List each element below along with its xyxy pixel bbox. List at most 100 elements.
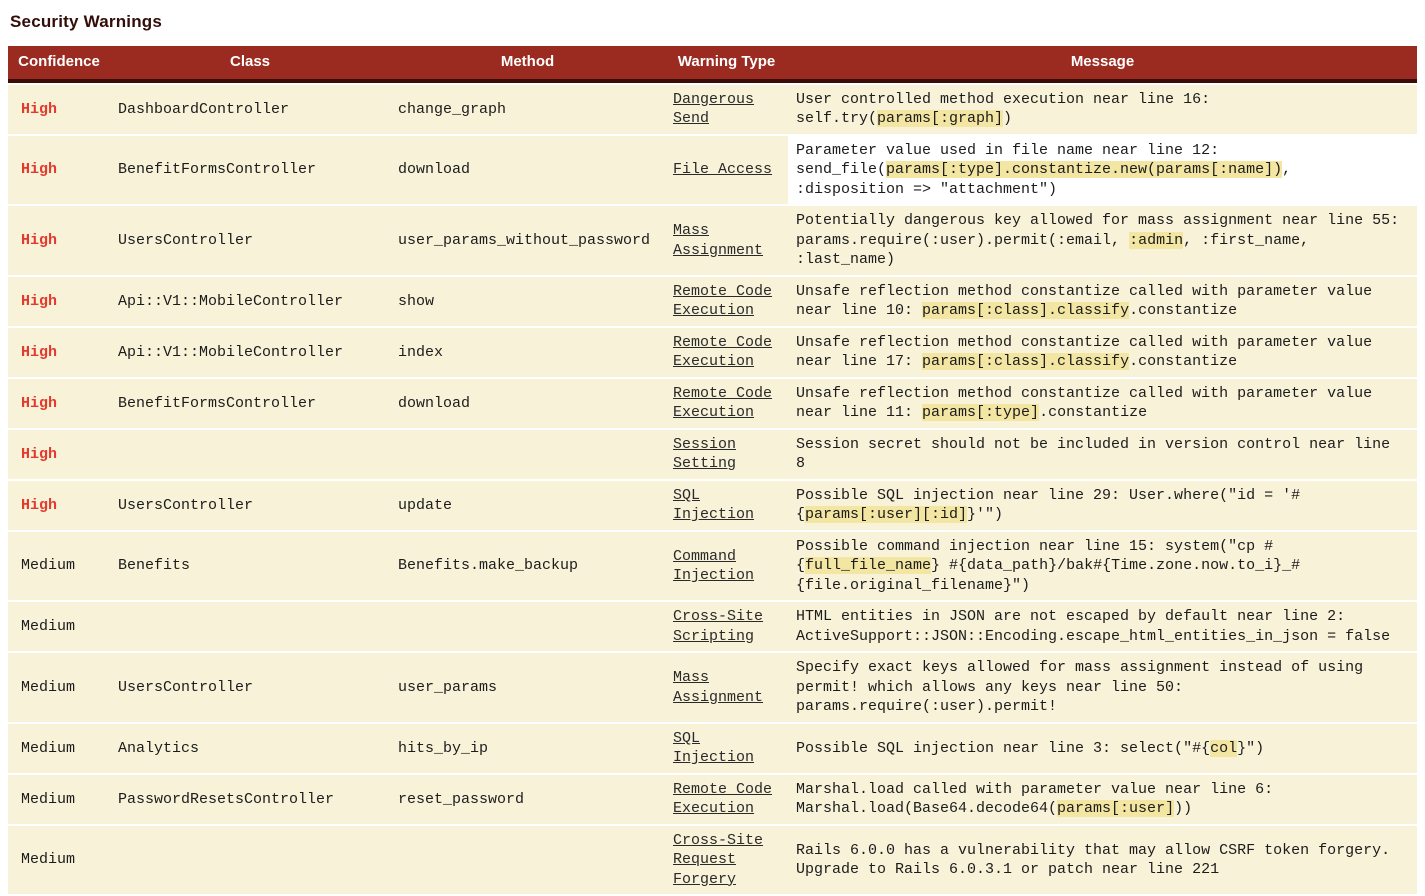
warning-type-cell: Mass Assignment	[665, 206, 788, 275]
class-cell: UsersController	[110, 653, 390, 722]
warning-type-link[interactable]: SQL Injection	[673, 487, 754, 524]
class-cell: UsersController	[110, 206, 390, 275]
table-row[interactable]: High Session Setting Session secret shou…	[8, 430, 1417, 479]
method-cell	[390, 430, 665, 479]
method-cell: change_graph	[390, 85, 665, 134]
message-cell: Potentially dangerous key allowed for ma…	[788, 206, 1417, 275]
warning-type-cell: Cross-Site Request Forgery	[665, 826, 788, 895]
security-warnings-table: Confidence Class Method Warning Type Mes…	[8, 44, 1417, 896]
confidence-cell: Medium	[8, 775, 110, 824]
warning-type-cell: SQL Injection	[665, 724, 788, 773]
table-row[interactable]: High DashboardController change_graph Da…	[8, 85, 1417, 134]
warning-type-link[interactable]: Remote Code Execution	[673, 385, 772, 422]
warning-type-cell: Remote Code Execution	[665, 775, 788, 824]
table-row[interactable]: High Api::V1::MobileController index Rem…	[8, 328, 1417, 377]
class-cell: BenefitFormsController	[110, 136, 390, 205]
method-cell: user_params_without_password	[390, 206, 665, 275]
message-text: }'")	[967, 506, 1003, 523]
confidence-cell: Medium	[8, 826, 110, 895]
message-text: .constantize	[1129, 302, 1237, 319]
message-text: HTML entities in JSON are not escaped by…	[796, 608, 1390, 645]
table-row[interactable]: Medium Benefits Benefits.make_backup Com…	[8, 532, 1417, 601]
warning-type-link[interactable]: File Access	[673, 161, 772, 178]
confidence-cell: High	[8, 85, 110, 134]
message-text: .constantize	[1129, 353, 1237, 370]
table-row[interactable]: Medium Cross-Site Scripting HTML entitie…	[8, 602, 1417, 651]
method-cell: update	[390, 481, 665, 530]
warning-type-link[interactable]: Session Setting	[673, 436, 736, 473]
table-row[interactable]: Medium Analytics hits_by_ip SQL Injectio…	[8, 724, 1417, 773]
confidence-badge: High	[21, 446, 57, 463]
warning-type-link[interactable]: Cross-Site Scripting	[673, 608, 763, 645]
table-row[interactable]: High UsersController user_params_without…	[8, 206, 1417, 275]
warning-type-link[interactable]: Remote Code Execution	[673, 334, 772, 371]
warning-type-cell: Command Injection	[665, 532, 788, 601]
warning-type-link[interactable]: Command Injection	[673, 548, 754, 585]
user-input-highlight: full_file_name	[805, 557, 931, 574]
warning-type-link[interactable]: SQL Injection	[673, 730, 754, 767]
table-row[interactable]: High BenefitFormsController download Rem…	[8, 379, 1417, 428]
method-cell: user_params	[390, 653, 665, 722]
column-header-warning-type: Warning Type	[665, 46, 788, 83]
method-cell: show	[390, 277, 665, 326]
warning-type-link[interactable]: Cross-Site Request Forgery	[673, 832, 763, 888]
table-row[interactable]: Medium Cross-Site Request Forgery Rails …	[8, 826, 1417, 895]
warning-type-link[interactable]: Mass Assignment	[673, 669, 763, 706]
confidence-badge: High	[21, 232, 57, 249]
confidence-badge: High	[21, 293, 57, 310]
method-cell: index	[390, 328, 665, 377]
confidence-cell: Medium	[8, 724, 110, 773]
warning-type-link[interactable]: Dangerous Send	[673, 91, 754, 128]
table-row[interactable]: High Api::V1::MobileController show Remo…	[8, 277, 1417, 326]
confidence-badge: High	[21, 344, 57, 361]
message-cell: Possible command injection near line 15:…	[788, 532, 1417, 601]
confidence-cell: High	[8, 481, 110, 530]
message-cell: Marshal.load called with parameter value…	[788, 775, 1417, 824]
confidence-badge: Medium	[21, 851, 75, 868]
user-input-highlight: params[:type]	[922, 404, 1039, 421]
warning-type-cell: Remote Code Execution	[665, 379, 788, 428]
confidence-badge: Medium	[21, 679, 75, 696]
column-header-message: Message	[788, 46, 1417, 83]
warning-type-link[interactable]: Mass Assignment	[673, 222, 763, 259]
user-input-highlight: params[:user][:id]	[805, 506, 967, 523]
confidence-badge: High	[21, 497, 57, 514]
warning-type-link[interactable]: Remote Code Execution	[673, 283, 772, 320]
confidence-badge: High	[21, 395, 57, 412]
table-row[interactable]: Medium PasswordResetsController reset_pa…	[8, 775, 1417, 824]
message-text: }")	[1237, 740, 1264, 757]
confidence-badge: High	[21, 101, 57, 118]
confidence-badge: High	[21, 161, 57, 178]
warning-type-cell: Remote Code Execution	[665, 328, 788, 377]
user-input-highlight: col	[1210, 740, 1237, 757]
message-cell: Unsafe reflection method constantize cal…	[788, 379, 1417, 428]
column-header-method: Method	[390, 46, 665, 83]
table-row[interactable]: High UsersController update SQL Injectio…	[8, 481, 1417, 530]
warning-type-cell: File Access	[665, 136, 788, 205]
message-cell: Possible SQL injection near line 29: Use…	[788, 481, 1417, 530]
message-text: ))	[1174, 800, 1192, 817]
message-text: Rails 6.0.0 has a vulnerability that may…	[796, 842, 1390, 879]
confidence-cell: High	[8, 430, 110, 479]
message-cell: Parameter value used in file name near l…	[788, 136, 1417, 205]
warning-type-cell: Cross-Site Scripting	[665, 602, 788, 651]
warning-type-cell: Session Setting	[665, 430, 788, 479]
warning-type-cell: Remote Code Execution	[665, 277, 788, 326]
user-input-highlight: params[:type].constantize.new(params[:na…	[886, 161, 1282, 178]
confidence-cell: High	[8, 277, 110, 326]
table-row[interactable]: High BenefitFormsController download Fil…	[8, 136, 1417, 205]
table-body: High DashboardController change_graph Da…	[8, 85, 1417, 895]
warning-type-link[interactable]: Remote Code Execution	[673, 781, 772, 818]
message-text: Possible SQL injection near line 3: sele…	[796, 740, 1210, 757]
user-input-highlight: params[:user]	[1057, 800, 1174, 817]
message-text: Specify exact keys allowed for mass assi…	[796, 659, 1363, 715]
confidence-cell: Medium	[8, 532, 110, 601]
table-row[interactable]: Medium UsersController user_params Mass …	[8, 653, 1417, 722]
warning-type-cell: Dangerous Send	[665, 85, 788, 134]
class-cell	[110, 602, 390, 651]
class-cell	[110, 826, 390, 895]
class-cell: PasswordResetsController	[110, 775, 390, 824]
message-cell: User controlled method execution near li…	[788, 85, 1417, 134]
message-cell: Rails 6.0.0 has a vulnerability that may…	[788, 826, 1417, 895]
page-title: Security Warnings	[10, 12, 1417, 32]
